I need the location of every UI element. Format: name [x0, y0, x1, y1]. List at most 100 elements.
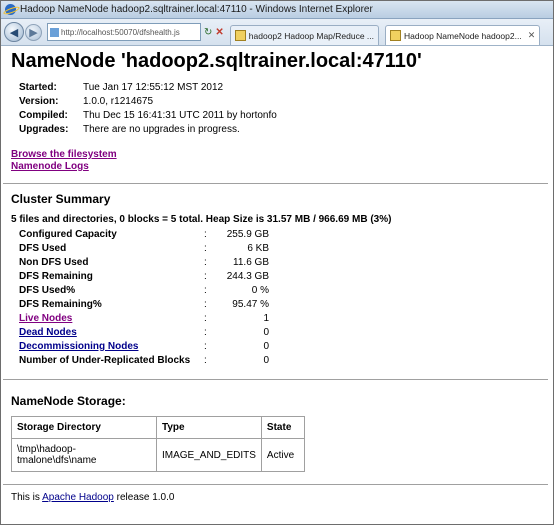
summary-colon: : [204, 256, 207, 268]
summary-row: Dead Nodes: 0 [19, 325, 269, 339]
summary-row: Number of Under-Replicated Blocks: 0 [19, 353, 269, 367]
close-tab-icon[interactable]: ✕ [528, 30, 536, 41]
summary-colon: : [204, 270, 207, 282]
address-text: http://localhost:50070/dfshealth.js [61, 27, 180, 37]
address-bar[interactable]: http://localhost:50070/dfshealth.js [47, 23, 201, 41]
storage-heading: NameNode Storage: [11, 394, 126, 408]
info-value: There are no upgrades in progress. [83, 124, 240, 135]
divider [3, 183, 548, 184]
navigation-bar: ◀ ▶ http://localhost:50070/dfshealth.js … [1, 19, 553, 46]
summary-key: DFS Remaining% [19, 298, 102, 310]
storage-header: Storage Directory [11, 416, 157, 439]
summary-colon: : [204, 326, 207, 338]
info-row: Version: 1.0.0, r1214675 [19, 95, 281, 109]
footer-suffix: release 1.0.0 [113, 492, 175, 503]
footer-prefix: This is [11, 492, 43, 503]
storage-cell: IMAGE_AND_EDITS [156, 438, 262, 472]
info-value: Thu Dec 15 16:41:31 UTC 2011 by hortonfo [83, 110, 277, 121]
summary-row: Decommissioning Nodes: 0 [19, 339, 269, 353]
storage-cell: \tmp\hadoop-tmalone\dfs\name [11, 438, 157, 472]
summary-key: DFS Used [19, 242, 67, 254]
info-value: Tue Jan 17 12:55:12 MST 2012 [83, 82, 224, 93]
storage-header: Type [156, 416, 262, 439]
footer: This is Apache Hadoop release 1.0.0 [11, 492, 552, 503]
forward-arrow-icon[interactable]: ▶ [25, 23, 42, 41]
summary-value: 0 % [251, 284, 269, 296]
refresh-icon[interactable]: ↻ [204, 27, 212, 38]
namenode-info: Started: Tue Jan 17 12:55:12 MST 2012 Ver… [19, 81, 281, 137]
info-row: Upgrades: There are no upgrades in progre… [19, 123, 281, 137]
summary-value: 95.47 % [232, 298, 269, 310]
tab-label: Hadoop NameNode hadoop2... [404, 30, 522, 41]
info-key: Upgrades: [19, 124, 69, 135]
summary-row: DFS Remaining: 244.3 GB [19, 269, 269, 283]
info-key: Started: [19, 82, 57, 93]
summary-value: 244.3 GB [226, 270, 269, 282]
summary-value: 1 [263, 312, 269, 324]
tab-mapreduce[interactable]: hadoop2 Hadoop Map/Reduce ... [229, 25, 380, 45]
tab-namenode[interactable]: Hadoop NameNode hadoop2... ✕ [385, 25, 541, 45]
info-row: Compiled: Thu Dec 15 16:41:31 UTC 2011 by… [19, 109, 281, 123]
summary-row: Non DFS Used: 11.6 GB [19, 255, 269, 269]
divider [3, 379, 548, 380]
summary-colon: : [204, 354, 207, 366]
summary-key-cell: Dead Nodes [19, 325, 194, 339]
info-key: Compiled: [19, 110, 68, 121]
title-bar: Hadoop NameNode hadoop2.sqltrainer.local… [1, 1, 553, 19]
summary-colon: : [204, 242, 207, 254]
summary-row: Live Nodes: 1 [19, 311, 269, 325]
browser-window: Hadoop NameNode hadoop2.sqltrainer.local… [0, 0, 554, 525]
cluster-summary-table: Configured Capacity: 255.9 GB DFS Used: 6 … [19, 227, 269, 367]
window-title: Hadoop NameNode hadoop2.sqltrainer.local… [20, 4, 373, 15]
storage-table: Storage Directory Type State \tmp\hadoop… [11, 416, 305, 472]
tab-page-icon [390, 30, 402, 41]
summary-row: Configured Capacity: 255.9 GB [19, 227, 269, 241]
summary-line: 5 files and directories, 0 blocks = 5 to… [11, 214, 392, 225]
summary-row: DFS Used: 6 KB [19, 241, 269, 255]
summary-key: Number of Under-Replicated Blocks [19, 354, 191, 366]
summary-value: 11.6 GB [233, 256, 269, 268]
summary-value: 255.9 GB [226, 228, 269, 240]
page-icon [50, 27, 59, 37]
browse-filesystem-link[interactable]: Browse the filesystem [11, 149, 552, 161]
storage-cell: Active [260, 438, 305, 472]
back-arrow-icon[interactable]: ◀ [4, 22, 24, 42]
info-row: Started: Tue Jan 17 12:55:12 MST 2012 [19, 81, 281, 95]
summary-row: DFS Used%: 0 % [19, 283, 269, 297]
summary-key-cell: Decommissioning Nodes [19, 339, 194, 353]
live-nodes-link[interactable]: Live Nodes [19, 313, 72, 324]
summary-row: DFS Remaining%: 95.47 % [19, 297, 269, 311]
summary-colon: : [204, 284, 207, 296]
dead-nodes-link[interactable]: Dead Nodes [19, 327, 77, 338]
summary-colon: : [204, 298, 207, 310]
storage-row: \tmp\hadoop-tmalone\dfs\name IMAGE_AND_E… [11, 438, 305, 472]
page-links: Browse the filesystem Namenode Logs [11, 149, 552, 173]
info-value: 1.0.0, r1214675 [83, 96, 154, 107]
summary-key: Configured Capacity [19, 228, 117, 240]
summary-colon: : [204, 228, 207, 240]
namenode-logs-link[interactable]: Namenode Logs [11, 161, 552, 173]
summary-value: 6 KB [247, 242, 269, 254]
summary-value: 0 [263, 326, 269, 338]
tab-page-icon [234, 30, 246, 41]
decommissioning-nodes-link[interactable]: Decommissioning Nodes [19, 341, 138, 352]
summary-value: 0 [263, 340, 269, 352]
summary-colon: : [204, 312, 207, 324]
summary-key-cell: Live Nodes [19, 311, 194, 325]
cluster-summary-heading: Cluster Summary [11, 192, 111, 206]
divider [3, 484, 548, 485]
summary-key: Non DFS Used [19, 256, 89, 268]
summary-key: DFS Used% [19, 284, 76, 296]
ie-icon [5, 4, 16, 15]
summary-colon: : [204, 340, 207, 352]
tab-label: hadoop2 Hadoop Map/Reduce ... [248, 30, 375, 41]
apache-hadoop-link[interactable]: Apache Hadoop [42, 492, 114, 503]
summary-value: 0 [263, 354, 269, 366]
summary-key: DFS Remaining [19, 270, 93, 282]
page-content: NameNode 'hadoop2.sqltrainer.local:47110… [2, 46, 552, 524]
page-title: NameNode 'hadoop2.sqltrainer.local:47110… [11, 50, 422, 72]
storage-header-row: Storage Directory Type State [11, 416, 305, 439]
storage-header: State [260, 416, 305, 439]
stop-icon[interactable]: ✕ [215, 27, 223, 38]
info-key: Version: [19, 96, 59, 107]
